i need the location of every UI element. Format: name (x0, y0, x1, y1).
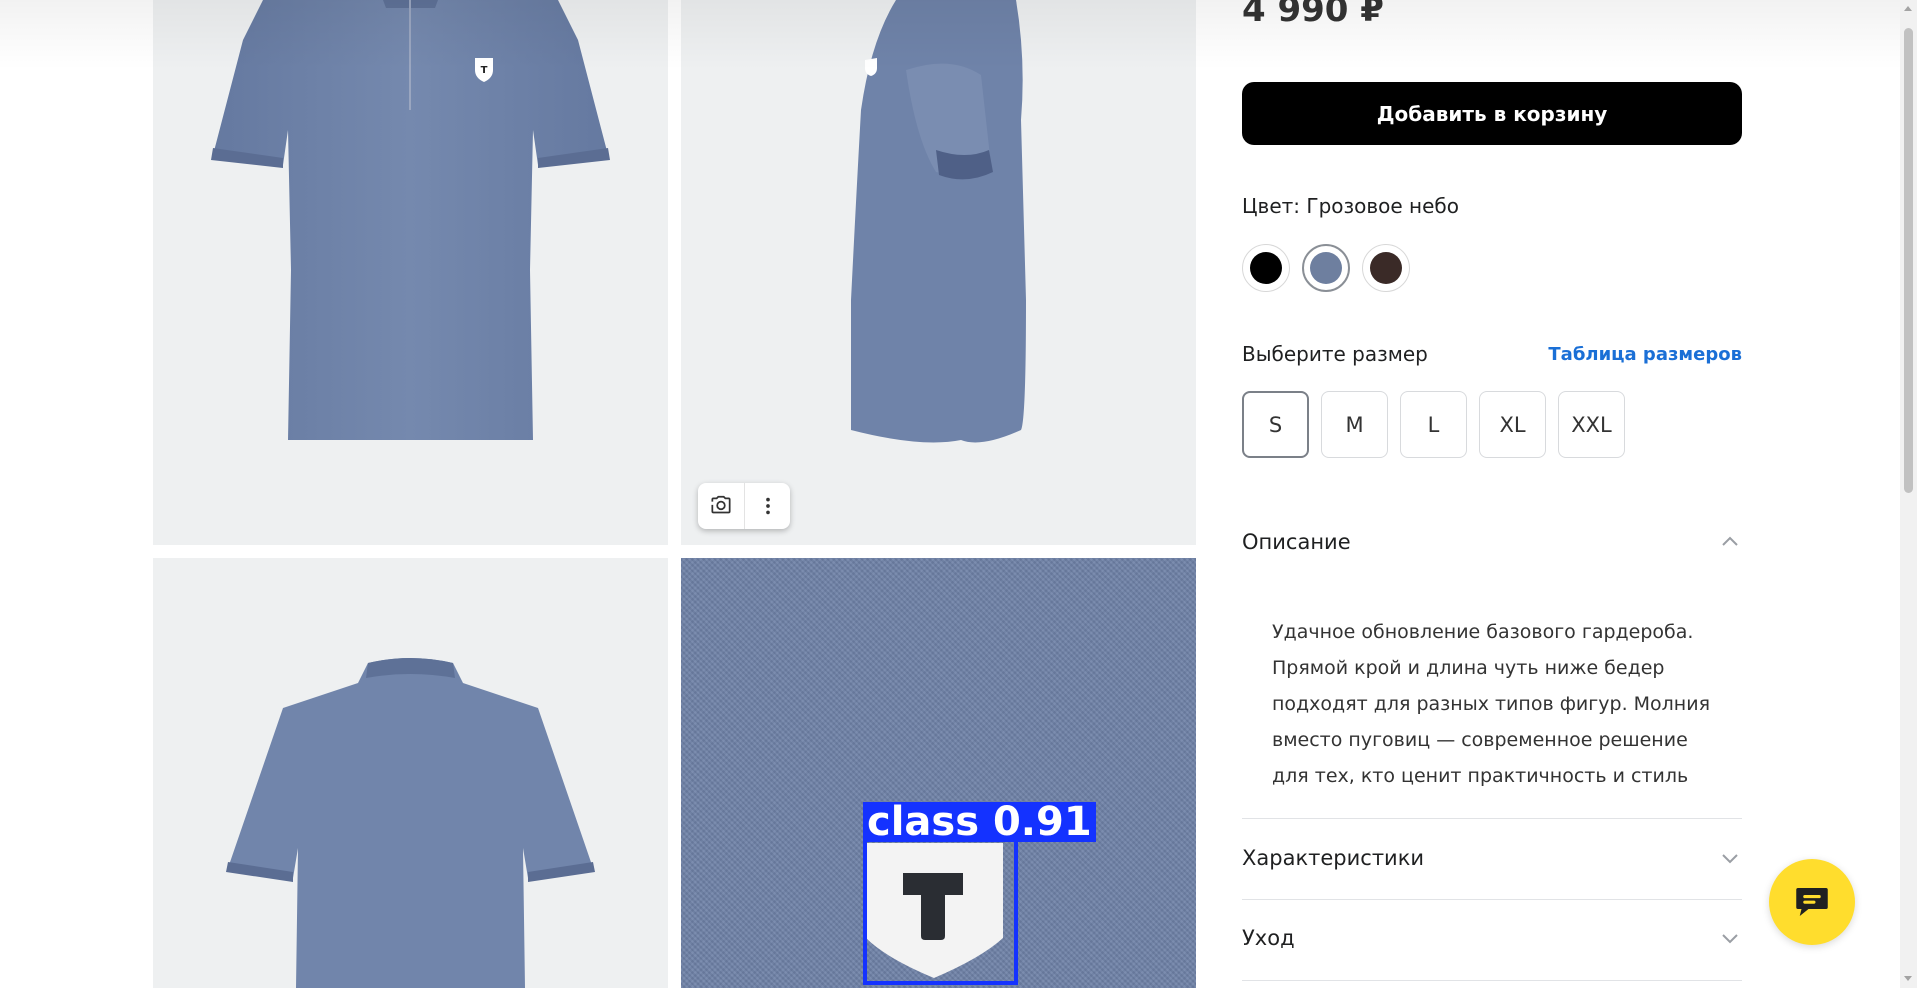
camera-search-icon (711, 495, 731, 514)
product-image-side[interactable] (681, 0, 1196, 545)
chat-button[interactable] (1769, 859, 1855, 945)
accordion-specs-title: Характеристики (1242, 846, 1425, 870)
polo-back-illustration (226, 658, 595, 988)
scroll-down-arrow[interactable] (1904, 976, 1912, 981)
color-swatch-black[interactable] (1242, 244, 1290, 292)
swatch-dot (1250, 252, 1282, 284)
visual-search-button[interactable] (698, 483, 744, 529)
scrollbar[interactable] (1900, 0, 1917, 988)
chevron-up-icon (1722, 536, 1738, 546)
polo-side-illustration (851, 0, 1026, 443)
swatch-dot (1370, 252, 1402, 284)
image-toolbar (698, 483, 790, 529)
size-options: S M L XL XXL (1242, 391, 1625, 458)
product-image-front[interactable]: T (153, 0, 668, 545)
size-label: Выберите размер (1242, 342, 1428, 366)
accordion-care-title: Уход (1242, 926, 1295, 950)
divider (1242, 899, 1742, 900)
size-option-xl[interactable]: XL (1479, 391, 1546, 458)
size-option-xxl[interactable]: XXL (1558, 391, 1625, 458)
polo-front-illustration: T (211, 0, 610, 440)
detection-box (863, 838, 1018, 985)
size-option-m[interactable]: M (1321, 391, 1388, 458)
swatch-dot (1310, 252, 1342, 284)
chevron-down-icon (1722, 934, 1738, 944)
accordion-care-header[interactable]: Уход (1242, 926, 1742, 950)
detection-label: class 0.91 (863, 802, 1096, 842)
size-option-l[interactable]: L (1400, 391, 1467, 458)
color-swatch-dark-brown[interactable] (1362, 244, 1410, 292)
chat-icon (1796, 888, 1828, 916)
size-table-link[interactable]: Таблица размеров (1548, 344, 1742, 365)
accordion-description-title: Описание (1242, 530, 1351, 554)
product-price: 4 990 ₽ (1242, 0, 1384, 30)
scroll-thumb[interactable] (1904, 28, 1913, 493)
accordion-specs-header[interactable]: Характеристики (1242, 846, 1742, 870)
color-swatch-storm-sky[interactable] (1302, 244, 1350, 292)
svg-text:T: T (481, 65, 488, 76)
product-image-back[interactable] (153, 558, 668, 988)
more-vertical-icon (765, 497, 770, 515)
chevron-down-icon (1722, 854, 1738, 864)
size-option-s[interactable]: S (1242, 391, 1309, 458)
scroll-up-arrow[interactable] (1904, 6, 1912, 11)
accordion-description-header[interactable]: Описание (1242, 530, 1742, 554)
divider (1242, 818, 1742, 819)
add-to-cart-button[interactable]: Добавить в корзину (1242, 82, 1742, 145)
more-options-button[interactable] (744, 483, 790, 529)
color-swatches (1242, 244, 1410, 292)
description-text: Удачное обновление базового гардероба. П… (1272, 621, 1711, 787)
color-label: Цвет: Грозовое небо (1242, 194, 1460, 218)
divider (1242, 980, 1742, 981)
